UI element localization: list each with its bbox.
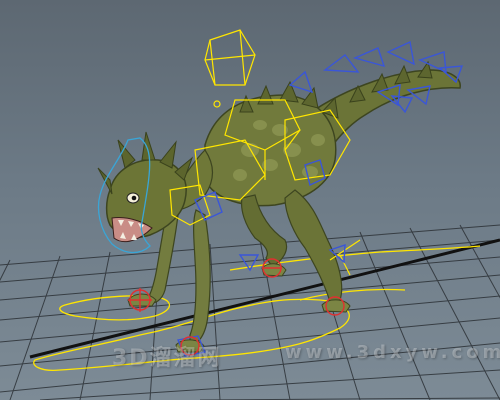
ground-grid	[0, 224, 500, 400]
watermark: 3D溜溜网 www.3dxyw.com	[0, 340, 500, 371]
creature-front-leg-right	[189, 209, 211, 346]
maya-perspective-viewport[interactable]: 3D溜溜网 www.3dxyw.com	[0, 0, 500, 400]
watermark-right-text: www.3dxyw.com	[285, 342, 500, 363]
creature-body	[204, 94, 337, 207]
watermark-left-text: 3D溜溜网	[112, 346, 222, 371]
